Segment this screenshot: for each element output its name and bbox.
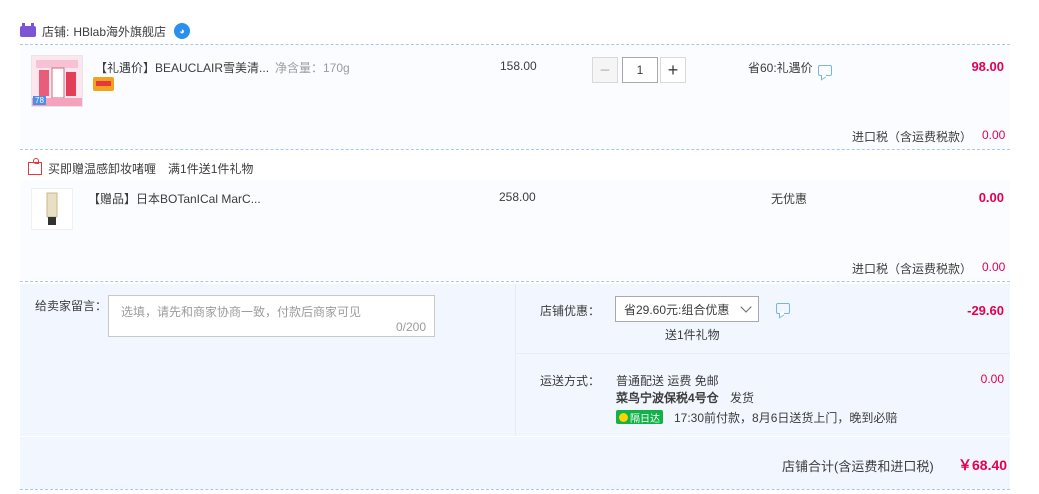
divider bbox=[20, 489, 1010, 490]
gift-icon bbox=[28, 158, 42, 175]
shipping-label: 运送方式： bbox=[540, 374, 601, 388]
chevron-down-icon bbox=[740, 301, 752, 313]
divider bbox=[515, 284, 516, 436]
tube-image-icon bbox=[46, 192, 58, 225]
item-subtotal: 98.00 bbox=[971, 59, 1004, 74]
item-subtotal: 0.00 bbox=[978, 190, 1004, 205]
discount-note: 送1件礼物 bbox=[665, 328, 720, 342]
gift-promo-title: 买即赠温感卸妆啫喱 满1件送1件礼物 bbox=[28, 158, 254, 177]
discount-selected: 省29.60元:组合优惠 bbox=[624, 302, 730, 317]
shipping-promise: 17:30前付款，8月6日送货上门，晚到必赔 bbox=[674, 411, 898, 425]
qty-input[interactable]: 1 bbox=[622, 57, 658, 83]
tax-label: 进口税（含运费税款） bbox=[852, 130, 973, 144]
discount-select[interactable]: 省29.60元:组合优惠 bbox=[615, 296, 759, 322]
discount-label: 店铺优惠： bbox=[540, 304, 601, 318]
message-input[interactable]: 选填，请先和商家协商一致，付款后商家可见 0/200 bbox=[108, 295, 435, 337]
shipping-dispatch: 发货 bbox=[730, 391, 755, 405]
qty-decrease-button[interactable]: − bbox=[592, 57, 618, 83]
product-name[interactable]: 【礼遇价】BEAUCLAIR雪美清... bbox=[95, 59, 269, 76]
total-label: 店铺合计(含运费和进口税) bbox=[782, 459, 934, 474]
unit-price: 158.00 bbox=[500, 59, 537, 73]
lightning-icon bbox=[619, 412, 628, 422]
shipping-method: 普通配送 运费 免邮 bbox=[616, 374, 719, 388]
discount-value: -29.60 bbox=[967, 303, 1004, 318]
product-spec: 净含量：170g bbox=[275, 61, 350, 75]
comment-icon[interactable] bbox=[818, 65, 832, 76]
unit-price: 258.00 bbox=[499, 190, 536, 204]
tmall-icon bbox=[20, 22, 36, 37]
card-icon bbox=[93, 77, 114, 91]
gift-title-text: 买即赠温感卸妆啫喱 bbox=[48, 162, 157, 176]
tax-value: 0.00 bbox=[982, 260, 1006, 274]
tax-label: 进口税（含运费税款） bbox=[852, 262, 973, 276]
wangwang-chat-icon[interactable]: ◕ bbox=[174, 23, 191, 39]
divider bbox=[516, 353, 1010, 354]
qty-increase-button[interactable]: + bbox=[660, 57, 686, 83]
product-thumbnail[interactable] bbox=[31, 188, 73, 230]
thumb-badge: 78 bbox=[33, 96, 46, 105]
gift-rule-text: 满1件送1件礼物 bbox=[168, 162, 254, 176]
total-value: ￥68.40 bbox=[958, 457, 1008, 473]
message-label: 给卖家留言： bbox=[35, 299, 108, 313]
comment-icon[interactable] bbox=[776, 303, 790, 314]
divider bbox=[20, 281, 1010, 282]
message-counter: 0/200 bbox=[395, 320, 426, 334]
badge-text: 隔日达 bbox=[630, 413, 660, 425]
shop-name[interactable]: HBlab海外旗舰店 bbox=[73, 23, 166, 40]
product-thumbnail[interactable]: 78 bbox=[31, 55, 83, 107]
shop-header: 店铺: HBlab海外旗舰店 ◕ bbox=[20, 18, 191, 44]
tax-value: 0.00 bbox=[982, 128, 1006, 142]
product-name[interactable]: 【赠品】日本BOTanICal MarC... bbox=[88, 190, 261, 207]
next-day-badge: 隔日达 bbox=[616, 410, 663, 425]
divider bbox=[20, 149, 1010, 150]
promo-text: 无优惠 bbox=[771, 192, 808, 206]
promo-text: 省60:礼遇价 bbox=[748, 61, 813, 75]
shipping-value: 0.00 bbox=[980, 372, 1004, 386]
shop-label: 店铺: bbox=[42, 24, 70, 39]
message-placeholder: 选填，请先和商家协商一致，付款后商家可见 bbox=[121, 305, 362, 319]
shipping-warehouse: 菜鸟宁波保税4号仓 bbox=[616, 391, 719, 405]
